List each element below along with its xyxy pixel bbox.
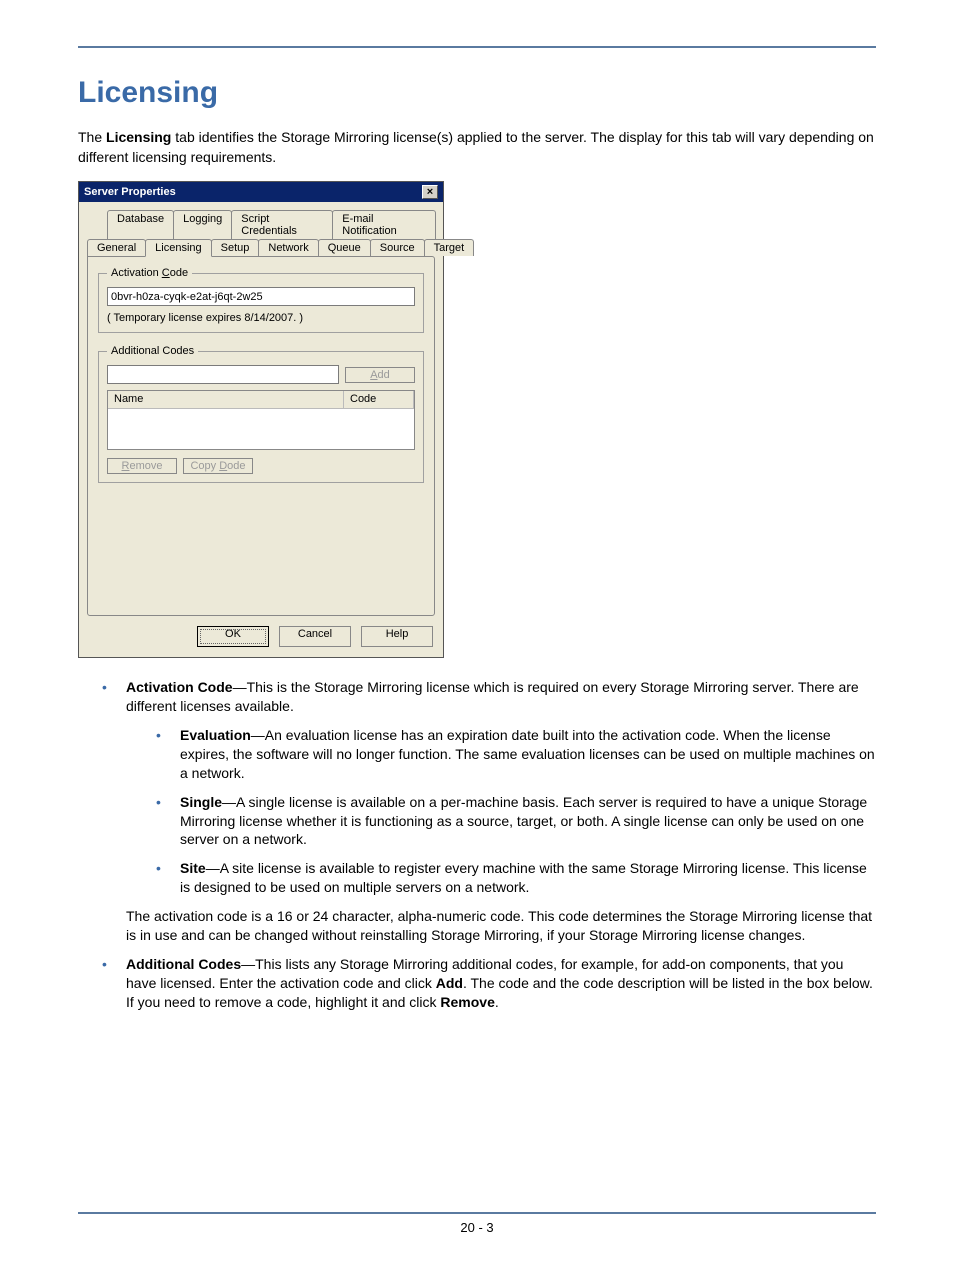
bullet-evaluation: Evaluation—An evaluation license has an … [156,726,876,783]
additional-codes-legend: Additional Codes [107,345,198,357]
legend-key: C [162,267,170,279]
bullet-site: Site—A site license is available to regi… [156,859,876,897]
b1-label: Activation Code [126,679,233,695]
dialog-titlebar: Server Properties × [79,182,443,202]
cancel-button[interactable]: Cancel [279,626,351,647]
bullet-single: Single—A single license is available on … [156,793,876,850]
copy-rest: ode [227,460,245,472]
tab-database[interactable]: Database [107,210,174,239]
server-properties-dialog: Server Properties × Database Logging Scr… [78,181,444,658]
tab-script-credentials[interactable]: Script Credentials [231,210,333,239]
b2-label: Additional Codes [126,956,241,972]
b1c-text: —A site license is available to register… [180,860,867,895]
add-rest: dd [378,369,390,381]
intro-pre: The [78,129,106,145]
add-button[interactable]: Add [345,367,415,383]
legend-pre: Activation [111,267,162,279]
col-name: Name [108,391,344,408]
tab-queue[interactable]: Queue [318,239,371,256]
intro-post: tab identifies the Storage Mirroring lic… [78,129,874,165]
list-header: Name Code [108,391,414,409]
b2-add: Add [436,975,463,991]
b1b-text: —A single license is available on a per-… [180,794,867,848]
activation-code-legend: Activation Code [107,267,192,279]
copy-key: D [219,460,227,472]
tab-email-notification[interactable]: E-mail Notification [332,210,436,239]
b1-after: The activation code is a 16 or 24 charac… [126,907,876,945]
remove-rest: emove [129,460,162,472]
tab-general[interactable]: General [87,239,146,256]
b1c-label: Site [180,860,206,876]
b1a-text: —An evaluation license has an expiration… [180,727,875,781]
dialog-title: Server Properties [84,186,176,198]
add-key: A [370,369,377,381]
tab-setup[interactable]: Setup [211,239,260,256]
copy-pre: Copy [190,460,219,472]
ok-button[interactable]: OK [197,626,269,647]
close-icon[interactable]: × [422,185,438,199]
tab-target[interactable]: Target [424,239,475,256]
remove-button[interactable]: Remove [107,458,177,474]
b2-text-c: . [495,994,499,1010]
page-title: Licensing [78,76,876,110]
tab-logging[interactable]: Logging [173,210,232,239]
tab-licensing[interactable]: Licensing [145,239,211,257]
inner-bullet-list: Evaluation—An evaluation license has an … [126,726,876,897]
col-code: Code [344,391,414,408]
bullet-activation-code: Activation Code—This is the Storage Mirr… [102,678,876,945]
tab-source[interactable]: Source [370,239,425,256]
intro-bold: Licensing [106,129,171,145]
tab-row-1: Database Logging Script Credentials E-ma… [107,210,435,239]
bullet-additional-codes: Additional Codes—This lists any Storage … [102,955,876,1012]
additional-code-input[interactable] [107,365,339,384]
activation-code-input[interactable] [107,287,415,306]
b1-text: —This is the Storage Mirroring license w… [126,679,859,714]
b1a-label: Evaluation [180,727,251,743]
tab-page-licensing: Activation Code ( Temporary license expi… [87,256,435,616]
help-button[interactable]: Help [361,626,433,647]
tab-network[interactable]: Network [258,239,318,256]
tab-row-2: General Licensing Setup Network Queue So… [87,239,435,256]
page-footer: 20 - 3 [78,1212,876,1235]
legend-post: ode [170,267,188,279]
activation-code-group: Activation Code ( Temporary license expi… [98,267,424,333]
b1b-label: Single [180,794,222,810]
b2-remove: Remove [440,994,494,1010]
codes-listbox[interactable]: Name Code [107,390,415,450]
activation-hint: ( Temporary license expires 8/14/2007. ) [107,312,415,324]
copy-code-button[interactable]: Copy Dode [183,458,253,474]
additional-codes-group: Additional Codes Add Name Code Remove Co… [98,345,424,483]
main-bullet-list: Activation Code—This is the Storage Mirr… [78,678,876,1011]
intro-paragraph: The Licensing tab identifies the Storage… [78,128,876,167]
